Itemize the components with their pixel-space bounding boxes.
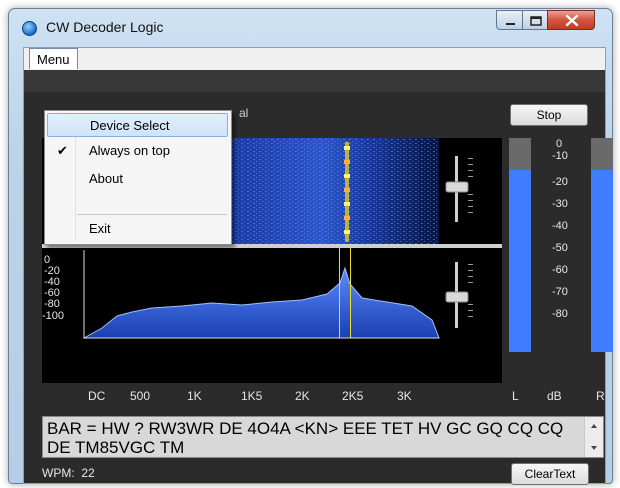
maximize-icon [530,16,542,26]
menu-button[interactable]: Menu [29,48,78,69]
level-meter-left [509,138,531,352]
toolbar-strip [24,70,605,92]
freq-label: 1K5 [241,389,263,403]
window-title: CW Decoder Logic [46,19,164,35]
menu-item-exit[interactable]: Exit [47,217,228,241]
checkmark-icon: ✔ [57,143,68,158]
level-meter-left-fill [509,170,531,352]
marker-line-right [350,248,351,338]
left-gain-slider[interactable] [445,156,473,222]
meter-right-label: R [596,389,605,403]
freq-label: 2K [295,389,310,403]
text-scrollbar[interactable] [584,417,603,457]
level-meter-right [591,138,613,352]
menu-item-label: About [89,171,123,186]
app-icon [22,21,37,36]
meter-unit-label: dB [547,389,562,403]
meter-scale: 0 -10 -20 -30 -40 -50 -60 -70 -80 [532,138,590,358]
scroll-arrows-icon [591,424,597,450]
close-icon [565,14,579,27]
freq-label: 500 [130,389,151,403]
partial-label: al [239,106,249,120]
menu-dropdown: Device Select ✔ Always on top About Exit [44,110,232,245]
y-tick-label: -80 [44,298,60,310]
y-tick-label: -100 [42,310,64,322]
spectrum-area [82,266,440,339]
right-gain-slider[interactable] [445,262,473,328]
marker-line-left [339,248,340,338]
freq-label: 3K [397,389,412,403]
menu-item-about[interactable]: About [47,167,228,191]
minimize-icon [506,23,515,25]
wpm-label: WPM: [42,466,75,480]
level-meter-right-fill [591,170,613,352]
menu-item-label: Exit [89,221,111,236]
close-button[interactable] [547,10,595,30]
wpm-status: WPM: 22 [42,466,95,480]
menu-bar: Menu [24,48,605,70]
title-bar[interactable]: CW Decoder Logic [9,9,612,46]
freq-label: 1K [187,389,202,403]
menu-item-always-on-top[interactable]: ✔ Always on top [47,139,228,163]
menu-separator [77,214,227,215]
wpm-value: 22 [81,466,95,480]
clear-text-button[interactable]: ClearText [511,463,589,485]
minimize-button[interactable] [496,10,523,30]
decoded-text: BAR = HW ? RW3WR DE 4O4A <KN> EEE TET HV… [47,419,569,457]
stop-button[interactable]: Stop [510,104,588,126]
maximize-button[interactable] [522,10,548,30]
menu-item-device-select[interactable]: Device Select [47,113,228,137]
freq-label: DC [88,389,106,403]
freq-label: 2K5 [342,389,364,403]
app-window: CW Decoder Logic Menu al Stop 0 -20 -40 … [8,8,613,485]
client-area: Menu al Stop 0 -20 -40 -60 -80 -100 DC 5… [23,47,613,485]
decoded-text-box[interactable]: BAR = HW ? RW3WR DE 4O4A <KN> EEE TET HV… [42,416,604,458]
y-tick-labels: 0 -20 -40 -60 -80 -100 [42,254,64,322]
meter-left-label: L [512,389,519,403]
menu-item-label: Device Select [90,118,170,133]
menu-item-label: Always on top [89,143,170,158]
